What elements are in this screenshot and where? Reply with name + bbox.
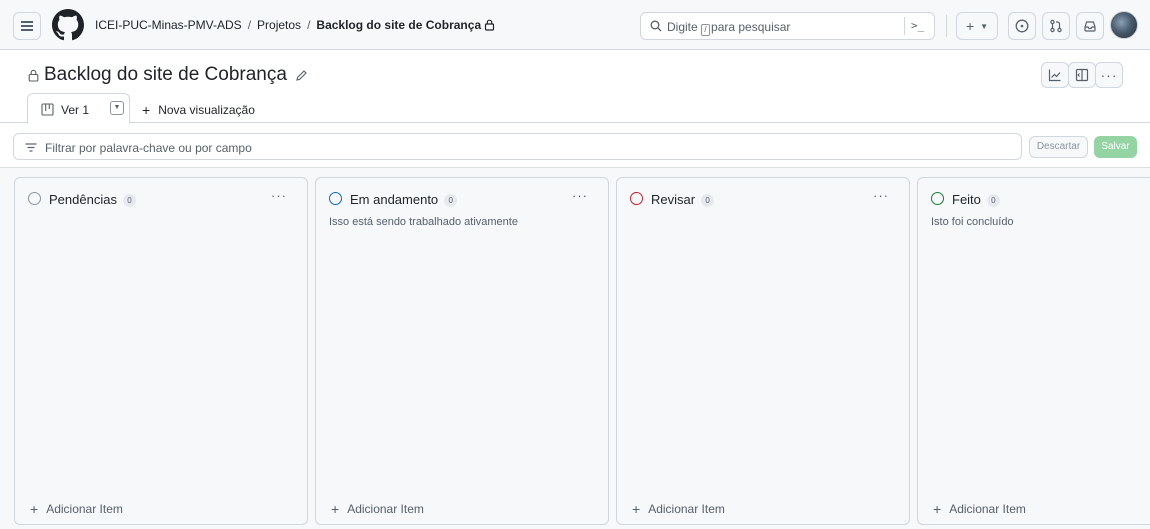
line-chart-icon (1048, 69, 1061, 82)
pencil-icon[interactable] (295, 69, 308, 82)
item-count-badge: 0 (701, 194, 715, 207)
status-circle-icon (931, 192, 944, 205)
kebab-icon: ··· (1100, 67, 1118, 83)
column-description: Isso está sendo trabalhado ativamente (329, 216, 518, 228)
chevron-down-icon[interactable]: ▼ (110, 101, 124, 115)
hamburger-menu-button[interactable] (13, 12, 41, 40)
item-count-badge: 0 (122, 194, 136, 207)
column-title: Feito 0 (952, 192, 1000, 207)
board-column-pendencias: Pendências 0 ··· + Adicionar Item (14, 177, 308, 525)
user-avatar[interactable] (1110, 11, 1138, 39)
add-item-label: Adicionar Item (46, 502, 123, 516)
column-name: Pendências (49, 192, 117, 207)
board-column-feito: Feito 0 Isto foi concluído + Adicionar Ite… (917, 177, 1150, 525)
issues-button[interactable] (1008, 12, 1036, 40)
item-count-badge: 0 (986, 194, 1000, 207)
item-count-badge: 0 (444, 194, 458, 207)
side-panel-icon (1075, 68, 1089, 82)
search-divider (904, 17, 905, 35)
filter-icon (25, 143, 37, 152)
column-menu-icon[interactable]: ··· (271, 188, 287, 203)
board-icon (41, 103, 54, 116)
filter-placeholder: Filtrar por palavra-chave ou por campo (45, 141, 252, 155)
issue-icon (1015, 19, 1029, 33)
breadcrumb-current-project[interactable]: Backlog do site de Cobrança (316, 18, 481, 32)
command-palette-icon[interactable]: >_ (911, 19, 924, 32)
tab-view-1[interactable]: Ver 1 ▼ (27, 93, 130, 124)
filter-input[interactable]: Filtrar por palavra-chave ou por campo (13, 133, 1022, 160)
board-column-revisar: Revisar 0 ··· + Adicionar Item (616, 177, 910, 525)
discard-button[interactable]: Descartar (1029, 136, 1088, 158)
chevron-down-icon: ▼ (980, 21, 989, 31)
save-button[interactable]: Salvar (1094, 136, 1137, 158)
tab-view-1-label: Ver 1 (61, 103, 90, 117)
search-placeholder-suffix: para pesquisar (711, 20, 791, 34)
lock-icon (485, 19, 495, 31)
column-name: Revisar (651, 192, 696, 207)
side-panel-button[interactable] (1068, 62, 1096, 88)
pull-request-icon (1050, 19, 1062, 33)
pull-requests-button[interactable] (1042, 12, 1070, 40)
plus-icon: + (933, 501, 942, 517)
new-view-button[interactable]: + Nova visualização (142, 102, 255, 118)
add-item-button[interactable]: + Adicionar Item (30, 501, 123, 517)
add-item-button[interactable]: + Adicionar Item (331, 501, 424, 517)
breadcrumb: ICEI-PUC-Minas-PMV-ADS / Projetos / Back… (95, 18, 495, 32)
hamburger-icon (21, 25, 33, 27)
column-name: Em andamento (350, 192, 439, 207)
inbox-button[interactable] (1076, 12, 1104, 40)
github-logo-icon[interactable] (52, 9, 84, 41)
inbox-icon (1084, 21, 1096, 32)
view-tabs: Ver 1 ▼ + Nova visualização (0, 93, 1150, 124)
breadcrumb-org-link[interactable]: ICEI-PUC-Minas-PMV-ADS (95, 18, 242, 32)
status-circle-icon (28, 192, 41, 205)
search-input[interactable]: Digite / para pesquisar >_ (640, 12, 935, 40)
search-placeholder: Digite / para pesquisar (667, 20, 790, 36)
project-title-row: Backlog do site de Cobrança (28, 64, 308, 86)
status-circle-icon (329, 192, 342, 205)
plus-icon: + (632, 501, 641, 517)
plus-icon: + (331, 501, 340, 517)
column-menu-icon[interactable]: ··· (572, 188, 588, 203)
lock-icon (28, 69, 39, 82)
search-icon (650, 20, 662, 32)
column-title: Em andamento 0 (350, 192, 458, 207)
create-new-button[interactable]: + ▼ (956, 12, 998, 40)
add-item-button[interactable]: + Adicionar Item (632, 501, 725, 517)
search-placeholder-prefix: Digite (667, 20, 698, 34)
add-item-button[interactable]: + Adicionar Item (933, 501, 1026, 517)
add-item-label: Adicionar Item (648, 502, 725, 516)
breadcrumb-separator: / (247, 18, 252, 32)
new-view-label: Nova visualização (158, 103, 255, 117)
column-title: Pendências 0 (49, 192, 136, 207)
header-divider (946, 15, 947, 37)
column-description: Isto foi concluído (931, 216, 1014, 228)
board-column-em-andamento: Em andamento 0 ··· Isso está sendo trabal… (315, 177, 609, 525)
global-header: ICEI-PUC-Minas-PMV-ADS / Projetos / Back… (0, 0, 1150, 50)
column-name: Feito (952, 192, 981, 207)
add-item-label: Adicionar Item (347, 502, 424, 516)
insights-button[interactable] (1041, 62, 1069, 88)
column-menu-icon[interactable]: ··· (873, 188, 889, 203)
plus-icon: + (30, 501, 39, 517)
project-title: Backlog do site de Cobrança (44, 64, 287, 85)
column-title: Revisar 0 (651, 192, 715, 207)
plus-icon: + (142, 102, 151, 118)
slash-key-hint: / (701, 24, 711, 36)
project-menu-button[interactable]: ··· (1095, 62, 1123, 88)
breadcrumb-projects-link[interactable]: Projetos (257, 18, 301, 32)
plus-icon: + (965, 18, 975, 34)
status-circle-icon (630, 192, 643, 205)
add-item-label: Adicionar Item (949, 502, 1026, 516)
breadcrumb-separator: / (307, 18, 311, 32)
